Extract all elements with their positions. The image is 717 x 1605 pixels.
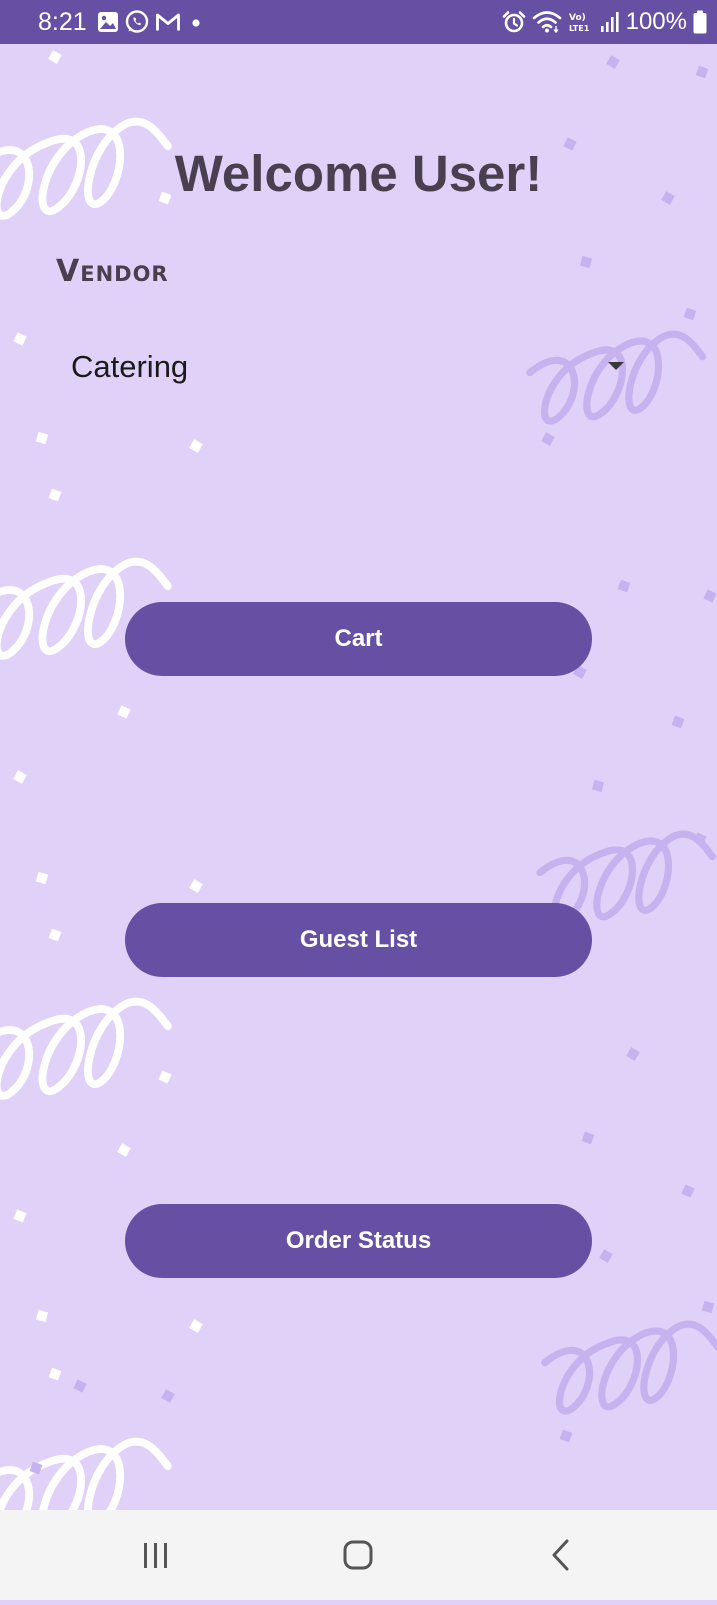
back-button[interactable] <box>499 1510 619 1600</box>
cart-button[interactable]: Cart <box>125 602 592 676</box>
svg-text:LTE1: LTE1 <box>569 24 590 33</box>
battery-icon <box>693 10 707 34</box>
home-button[interactable] <box>299 1510 419 1600</box>
guest-list-button[interactable]: Guest List <box>125 903 592 977</box>
confetti-decoration <box>13 50 203 1381</box>
recent-apps-button[interactable] <box>99 1510 219 1600</box>
navigation-bar <box>0 1510 717 1600</box>
gmail-icon <box>156 13 180 31</box>
recent-apps-icon <box>144 1543 167 1568</box>
whatsapp-icon <box>125 10 149 33</box>
svg-text:Vo): Vo) <box>569 13 586 23</box>
dropdown-arrow-icon <box>608 362 624 370</box>
swirl-decoration <box>0 122 168 1510</box>
back-icon <box>552 1539 569 1571</box>
status-notification-icons <box>97 9 204 35</box>
alarm-icon <box>502 11 525 33</box>
main-screen: Welcome User! Vendor Catering Cart Guest… <box>0 44 717 1510</box>
gallery-icon <box>98 12 118 32</box>
vendor-dropdown-value: Catering <box>71 349 189 384</box>
signal-icon <box>600 12 619 32</box>
vendor-label: Vendor <box>56 254 169 289</box>
battery-percent: 100% <box>625 8 687 35</box>
order-status-button[interactable]: Order Status <box>125 1204 592 1278</box>
wifi-icon <box>532 11 561 34</box>
status-system-icons: Vo) LTE1 100% <box>502 8 707 36</box>
page-title: Welcome User! <box>174 145 543 202</box>
status-time: 8:21 <box>38 8 87 36</box>
notification-dot-icon <box>192 19 200 27</box>
volte-lte-icon: Vo) LTE1 <box>569 13 590 33</box>
status-bar: 8:21 Vo) LTE1 100% <box>0 0 717 44</box>
vendor-dropdown[interactable]: Catering <box>56 334 636 400</box>
home-icon <box>343 1540 373 1570</box>
